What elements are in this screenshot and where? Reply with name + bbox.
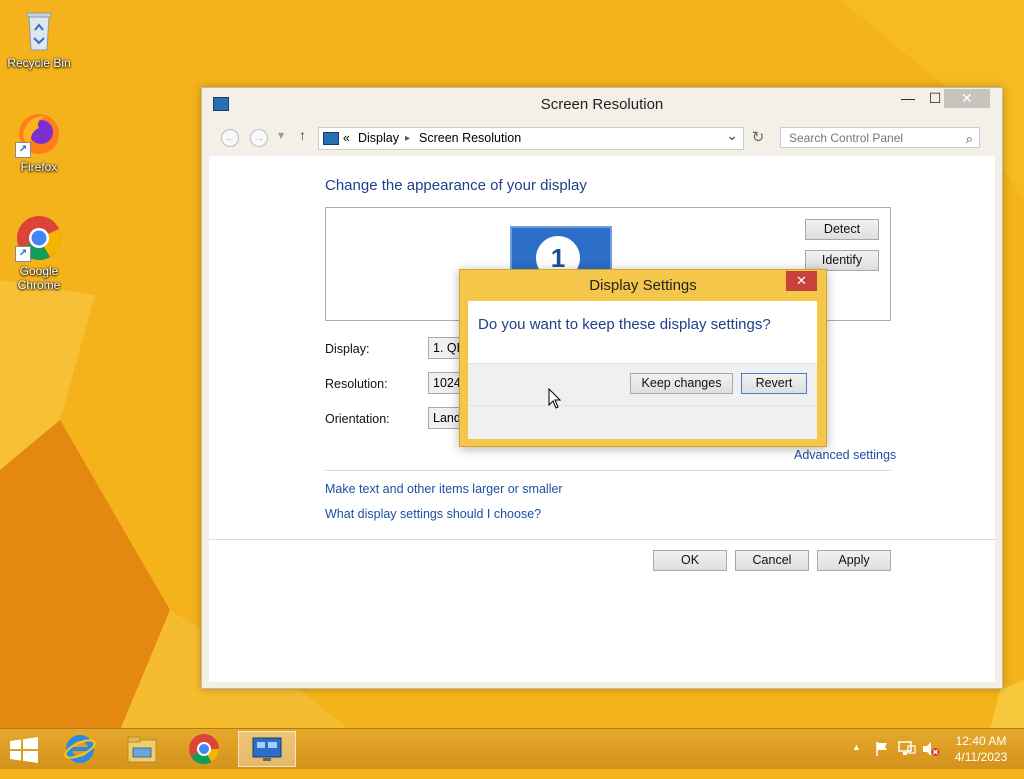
back-button[interactable]: ← (221, 129, 239, 147)
refresh-button[interactable]: ↻ (746, 127, 770, 148)
breadcrumb-display[interactable]: Display (358, 128, 399, 149)
breadcrumb-separator[interactable]: ▸ (405, 128, 410, 149)
desktop-icon-firefox[interactable]: ↗ Firefox (1, 110, 77, 174)
window-title: Screen Resolution (540, 96, 664, 113)
orientation-label: Orientation: (325, 412, 390, 426)
dialog-button-area: Keep changes Revert (468, 363, 817, 405)
desktop-icon-label: Google Chrome (17, 264, 61, 292)
up-button[interactable]: ↑ (299, 127, 306, 143)
folder-icon (127, 736, 157, 763)
desktop-icon-label: Recycle Bin (7, 56, 71, 70)
address-dropdown-icon[interactable]: ⌄ (726, 125, 738, 146)
identify-button[interactable]: Identify (805, 250, 879, 271)
system-clock[interactable]: 12:40 AM 4/11/2023 (946, 733, 1016, 765)
text-size-link[interactable]: Make text and other items larger or smal… (325, 482, 563, 496)
desktop-icon-google-chrome[interactable]: ↗ Google Chrome (1, 214, 77, 292)
display-settings-icon (252, 737, 282, 761)
maximize-button[interactable]: ☐ (924, 90, 946, 110)
breadcrumb-screen-resolution[interactable]: Screen Resolution (419, 128, 521, 149)
revert-button[interactable]: Revert (741, 373, 807, 394)
taskbar-internet-explorer[interactable] (52, 731, 108, 767)
action-center-flag-icon[interactable] (874, 741, 890, 757)
internet-explorer-icon (64, 735, 96, 763)
apply-button[interactable]: Apply (817, 550, 891, 571)
taskbar-file-explorer[interactable] (114, 731, 170, 767)
forward-button[interactable]: → (250, 129, 268, 147)
shortcut-arrow-icon: ↗ (15, 142, 31, 158)
display-settings-dialog: Display Settings ✕ Do you want to keep t… (459, 269, 827, 447)
dialog-close-button[interactable]: ✕ (786, 271, 817, 291)
content-divider (325, 470, 891, 471)
window-titlebar[interactable]: Screen Resolution — ☐ ✕ (202, 88, 1002, 120)
advanced-settings-link[interactable]: Advanced settings (794, 448, 896, 462)
windows-logo-icon (10, 737, 38, 763)
chrome-icon: ↗ (15, 214, 63, 262)
display-label: Display: (325, 342, 370, 356)
display-location-icon (323, 132, 339, 145)
firefox-icon: ↗ (15, 110, 63, 158)
taskbar-google-chrome[interactable] (176, 731, 232, 767)
clock-date: 4/11/2023 (954, 750, 1008, 764)
ok-button[interactable]: OK (653, 550, 727, 571)
search-input[interactable]: Search Control Panel ⌕ (780, 127, 980, 148)
search-icon[interactable]: ⌕ (966, 128, 973, 149)
keep-changes-button[interactable]: Keep changes (630, 373, 733, 394)
minimize-button[interactable]: — (897, 90, 919, 110)
breadcrumb-prefix[interactable]: « (343, 128, 350, 149)
shortcut-arrow-icon: ↗ (15, 246, 31, 262)
address-bar[interactable]: « Display ▸ Screen Resolution ⌄ (318, 127, 744, 150)
start-button[interactable] (0, 731, 48, 767)
dialog-question: Do you want to keep these display settin… (478, 316, 771, 333)
recycle-bin-icon (15, 6, 63, 54)
footer-divider (209, 539, 995, 540)
search-placeholder: Search Control Panel (789, 131, 904, 145)
close-button[interactable]: ✕ (944, 89, 990, 108)
mouse-cursor-icon (548, 388, 562, 409)
navigation-bar: ← → ▾ ↑ « Display ▸ Screen Resolution ⌄ … (210, 124, 994, 152)
taskbar: ▲ 12:40 AM 4/11/2023 (0, 728, 1024, 769)
network-icon[interactable] (898, 741, 916, 757)
volume-muted-icon[interactable] (922, 741, 940, 757)
detect-button[interactable]: Detect (805, 219, 879, 240)
taskbar-screen-resolution[interactable] (238, 731, 296, 767)
page-heading: Change the appearance of your display (325, 177, 587, 194)
resolution-label: Resolution: (325, 377, 388, 391)
recent-locations-button[interactable]: ▾ (278, 128, 284, 142)
dialog-body: Do you want to keep these display settin… (468, 301, 817, 439)
chrome-icon (189, 734, 219, 765)
clock-time: 12:40 AM (955, 734, 1007, 748)
display-settings-help-link[interactable]: What display settings should I choose? (325, 507, 541, 521)
cancel-button[interactable]: Cancel (735, 550, 809, 571)
dialog-footer (468, 405, 817, 439)
desktop-icon-label: Firefox (20, 160, 58, 174)
dialog-title: Display Settings (589, 277, 697, 294)
desktop-icon-recycle-bin[interactable]: Recycle Bin (1, 6, 77, 70)
show-hidden-icons-button[interactable]: ▲ (852, 742, 861, 752)
